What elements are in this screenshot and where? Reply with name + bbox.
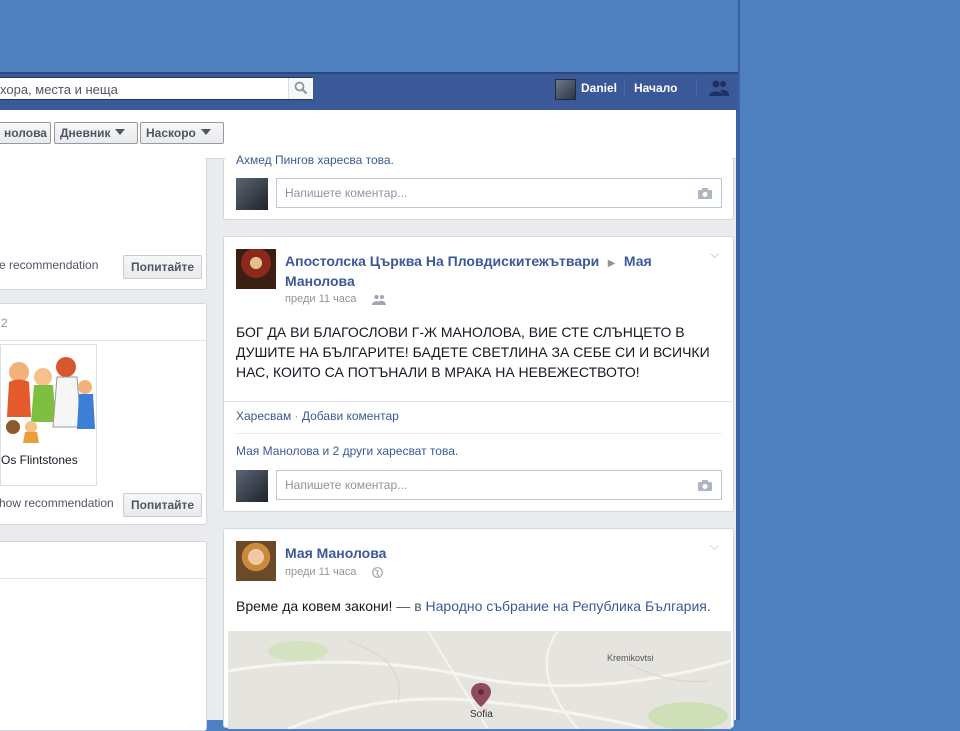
add-comment-link[interactable]: Добави коментар [302,409,399,423]
ask-button[interactable]: Попитайте [123,255,203,279]
search-button[interactable] [288,78,313,99]
ask-button[interactable]: Попитайте [123,493,203,517]
feed-post: Мая Манолова преди 11 часа ⌵ Време да ко… [223,528,734,729]
liker-link[interactable]: Мая Манолова [236,444,319,458]
friends-audience-icon[interactable] [372,294,386,305]
post-text: Време да ковем закони! — в Народно събра… [236,596,711,616]
place-end: . [706,598,711,614]
profile-subnav: нолова Дневник Наскоро [0,110,736,159]
tab-profile-name[interactable]: нолова [0,122,51,144]
likes-summary: Мая Манолова и 2 други харесват това. [236,444,458,458]
page-avatar[interactable] [236,249,276,289]
location-map[interactable]: Kremikovtsi Sofia [228,631,731,729]
camera-icon[interactable] [697,187,713,200]
flintstones-image[interactable] [1,347,96,443]
map-label: Kremikovtsi [607,653,654,663]
chevron-down-icon [200,129,211,135]
divider [224,401,735,402]
post-timestamp[interactable]: преди 11 часа [285,293,357,305]
right-background [738,0,960,720]
place-link[interactable]: Народно събрание на Република България [426,598,707,614]
comment-input[interactable]: Напишете коментар... [276,178,722,208]
status-text: Време да ковем закони! [236,598,393,614]
likes-text: и [319,444,333,458]
arrow-right-icon: ▶ [607,258,616,269]
divider [0,340,208,341]
tab-recent[interactable]: Наскоро [140,122,224,144]
left-card-bottom [0,541,208,731]
page-name[interactable]: Os Flintstones [1,453,78,467]
likes-summary[interactable]: Ахмед Пингов харесва това. [236,153,394,167]
comment-input[interactable]: Напишете коментар... [276,470,722,500]
location-prefix: — в [392,598,426,614]
page-tile[interactable]: Os Flintstones [0,344,97,486]
divider [236,433,722,434]
post-timestamp[interactable]: преди 11 часа [285,566,357,578]
author-link[interactable]: Апостолска Църква На Пловдискитежътвари [285,253,599,269]
post-actions: Харесвам · Добави коментар [236,409,399,423]
chevron-down-icon [115,129,126,135]
tab-label: Наскоро [146,126,196,140]
card-header: 2 [1,316,8,330]
divider [0,578,208,579]
author-link[interactable]: Мая Манолова [285,543,386,563]
tab-timeline[interactable]: Дневник [54,122,138,144]
others-link[interactable]: 2 други [333,444,374,458]
profile-link[interactable]: Daniel [581,81,617,95]
map-label: Sofia [470,709,493,720]
globe-icon[interactable] [372,567,383,578]
post-header: Апостолска Църква На Пловдискитежътвари … [285,251,705,291]
recommendation-text: how recommendation [0,496,114,510]
friend-requests-icon[interactable] [708,79,730,97]
chevron-down-icon[interactable]: ⌵ [710,247,719,262]
post-text: БОГ ДА ВИ БЛАГОСЛОВИ Г-Ж МАНОЛОВА, ВИЕ С… [236,324,710,380]
search-icon [294,81,308,95]
likes-text: харесват това. [373,444,459,458]
chevron-down-icon[interactable]: ⌵ [710,539,719,554]
facebook-page: хора, места и неща Daniel Начало нолова … [0,0,738,731]
tab-label: нолова [4,126,47,140]
recommendation-text: e recommendation [0,258,99,272]
page-scrollbar-edge[interactable] [736,110,738,720]
commenter-avatar [236,470,268,502]
left-card-recommend: e recommendation Попитайте [0,158,207,290]
comment-placeholder: Напишете коментар... [285,186,408,200]
comment-placeholder: Напишете коментар... [285,478,408,492]
divider [624,79,625,97]
commenter-avatar [236,178,268,210]
feed-post-previous: Ахмед Пингов харесва това. Напишете коме… [223,153,734,220]
camera-icon[interactable] [697,479,713,492]
like-link[interactable]: Харесвам [236,409,291,423]
left-card-likes: 2 Os Flintstones how recommendation Попи… [0,303,208,525]
tab-label: Дневник [60,126,111,140]
divider [696,79,697,97]
search-input[interactable]: хора, места и неща [0,82,118,97]
search-bar[interactable]: хора, места и неща [0,77,313,100]
separator: · [291,409,302,423]
feed-post: Апостолска Църква На Пловдискитежътвари … [223,236,735,512]
user-avatar[interactable] [555,79,576,100]
home-link[interactable]: Начало [634,81,677,95]
author-avatar[interactable] [236,541,276,581]
